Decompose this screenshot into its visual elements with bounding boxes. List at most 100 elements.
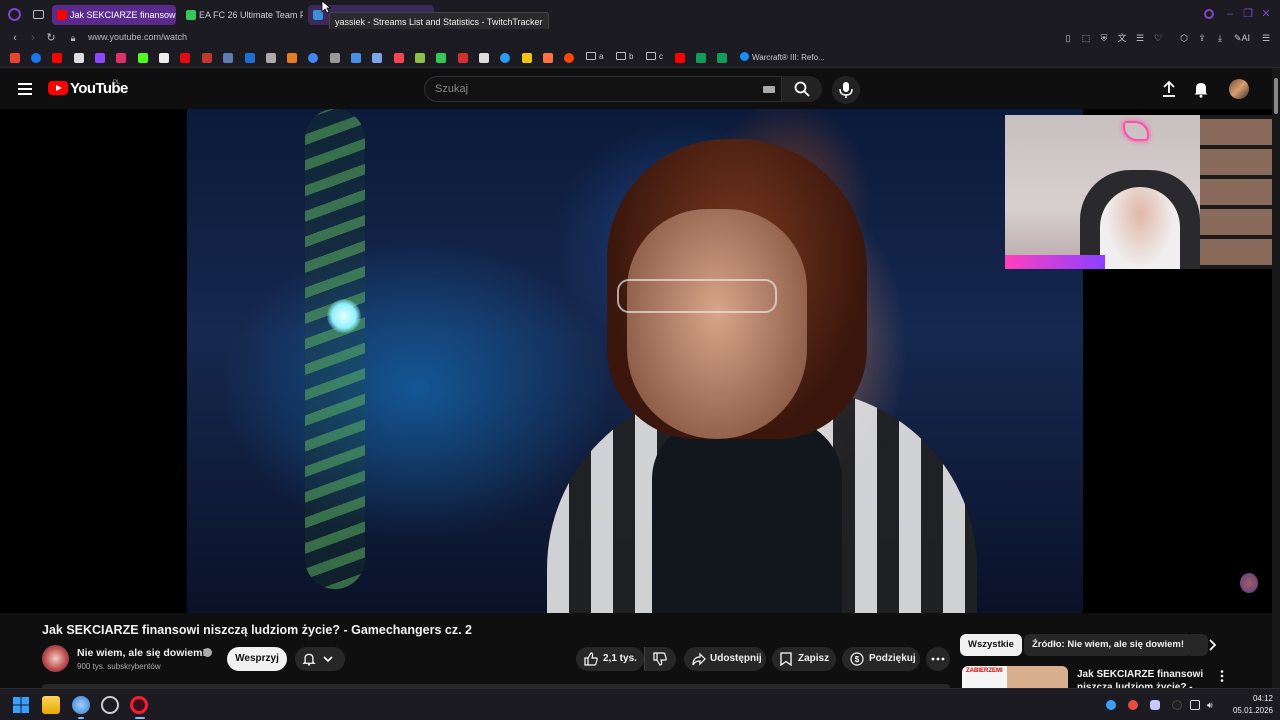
video-frame[interactable] [187,109,1083,613]
upload-icon[interactable] [1160,80,1178,98]
target-icon[interactable] [500,53,510,63]
clock-date[interactable]: 05.01.2026 [1220,706,1273,715]
valorant-icon[interactable] [394,53,404,63]
bookmark-folder-a[interactable]: a [586,52,603,61]
keyboard-icon[interactable] [763,86,775,93]
bookmark-folder-b[interactable]: b [616,52,633,61]
like-button[interactable]: 2,1 tys. [576,647,644,671]
browser-menu-icon[interactable] [8,8,21,21]
futbin-icon[interactable] [436,53,446,63]
url-field[interactable]: www.youtube.com/watch [88,32,187,42]
reader-icon[interactable]: ☰ [1134,32,1146,44]
opera-icon[interactable] [130,696,148,714]
reload-icon[interactable]: ↻ [44,31,58,45]
search-button[interactable] [782,76,822,102]
voice-search-button[interactable] [832,76,860,104]
youtube-studio-icon[interactable] [675,53,685,63]
app-icon[interactable] [72,696,90,714]
chevron-right-icon[interactable] [1206,639,1218,651]
trend-icon[interactable] [287,53,297,63]
tray-record-icon[interactable] [1128,700,1138,710]
channel-avatar[interactable] [42,645,69,672]
bookmark-folder-c[interactable]: c [646,52,663,61]
save-button[interactable]: Zapisz [772,647,836,671]
volume-icon[interactable]: 🔊︎ [1207,700,1217,710]
maximize-icon[interactable]: ❐ [1242,8,1254,20]
steam-icon[interactable] [101,696,119,714]
youtube-logo-icon[interactable] [48,81,68,95]
bolt-icon[interactable] [522,53,532,63]
sheets-icon-2[interactable] [717,53,727,63]
discord-icon[interactable] [1150,700,1160,710]
heart-icon[interactable]: ♡ [1152,32,1164,44]
hamburger-menu-icon[interactable] [18,83,32,95]
back-icon[interactable]: ‹ [8,31,22,45]
video-player[interactable] [0,109,1280,613]
recommended-thumbnail[interactable]: ZABIERZEMI [962,666,1068,688]
tray-app-icon-2[interactable] [1172,700,1182,710]
netflix-icon[interactable] [180,53,190,63]
chip-more[interactable] [1186,634,1208,656]
more-actions-button[interactable] [926,647,950,671]
youtube-icon[interactable] [52,53,62,63]
v-icon[interactable] [458,53,468,63]
bookmark-page-icon[interactable]: ▯ [1062,32,1074,44]
search-tabs-icon[interactable] [1204,9,1214,19]
windows-start-icon[interactable] [12,696,30,714]
drive-icon[interactable] [372,53,382,63]
mail-icon[interactable] [479,53,489,63]
translate-icon[interactable]: 文 [1116,32,1128,44]
account-avatar[interactable] [1229,79,1249,99]
sheets-icon[interactable] [696,53,706,63]
channel-name[interactable]: Nie wiem, ale się dowiem! [77,647,206,659]
arrow-icon[interactable] [330,53,340,63]
menu-icon[interactable]: ☰ [1260,32,1272,44]
tab-futbin[interactable]: EA FC 26 Ultimate Team P [181,5,303,25]
close-icon[interactable]: ✕ [1260,8,1272,20]
tab-overview-icon[interactable] [33,10,44,19]
chip-from-channel[interactable]: Źródło: Nie wiem, ale się dowiem! [1024,634,1193,656]
download-icon[interactable]: ⤓ [1214,32,1226,44]
scrollbar-thumb[interactable] [1274,78,1278,114]
paypal-icon[interactable] [245,53,255,63]
gmail-icon[interactable] [10,53,20,63]
kick-icon[interactable] [138,53,148,63]
twitch-icon[interactable] [95,53,105,63]
more-vertical-icon[interactable] [1220,670,1224,682]
adblock-icon[interactable]: ⛨ [1098,32,1110,44]
tray-app-icon[interactable] [1106,700,1116,710]
page-scrollbar[interactable] [1272,68,1280,688]
clock-time[interactable]: 04:12 [1229,694,1273,703]
facebook-icon[interactable] [31,53,41,63]
screenshot-icon[interactable]: ⬚ [1080,32,1092,44]
dislike-button[interactable] [644,647,676,671]
forward-icon[interactable]: › [26,31,40,45]
channel-watermark-icon[interactable] [1240,573,1258,593]
thanks-button[interactable]: $ Podziękuj [842,647,920,671]
bookmark-warcraft[interactable]: Warcraft® III: Refo... [740,52,825,62]
tiktok-icon[interactable] [159,53,169,63]
x-icon[interactable] [74,53,84,63]
minimize-icon[interactable]: – [1224,8,1236,20]
tab-youtube[interactable]: Jak SEKCIARZE finansowi niszczą ludziom … [52,5,176,25]
subscription-bell-button[interactable] [295,647,345,671]
google-icon[interactable] [308,53,318,63]
network-icon[interactable] [1190,700,1200,710]
chip-all[interactable]: Wszystkie [960,634,1022,656]
instagram-icon[interactable] [116,53,126,63]
cat-icon[interactable] [266,53,276,63]
search-input[interactable] [435,77,745,101]
shield-icon[interactable] [202,53,212,63]
chart-icon[interactable] [223,53,233,63]
notifications-icon[interactable] [1192,80,1210,98]
join-button[interactable]: Wesprzyj [227,647,287,671]
file-explorer-icon[interactable] [42,696,60,714]
ai-icon[interactable]: ✎AI [1232,32,1252,44]
chess-icon[interactable] [415,53,425,63]
extensions-icon[interactable]: ⬡ [1178,32,1190,44]
docs-icon[interactable] [351,53,361,63]
share-button[interactable]: Udostępnij [684,647,766,671]
share-icon[interactable]: ⇪ [1196,32,1208,44]
reddit-icon[interactable] [564,53,574,63]
send-icon[interactable] [543,53,553,63]
